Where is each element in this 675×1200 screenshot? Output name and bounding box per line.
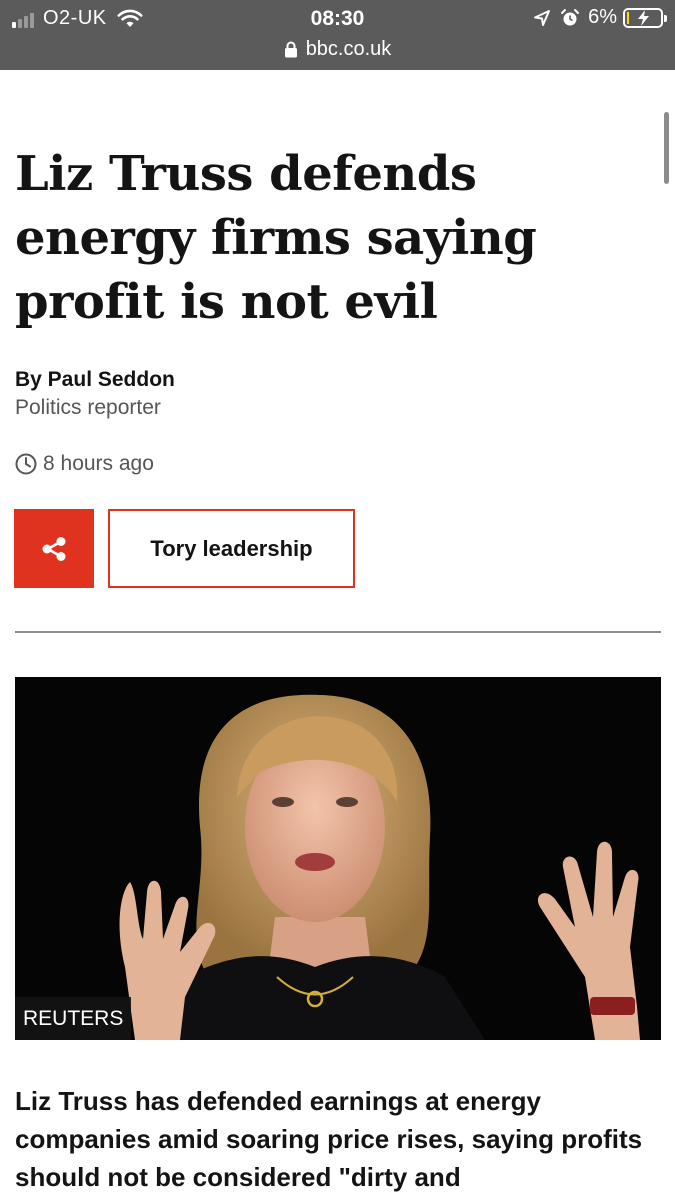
divider	[15, 631, 661, 633]
clock-icon	[15, 453, 37, 475]
battery-icon	[623, 7, 667, 28]
topic-tag-button[interactable]: Tory leadership	[108, 509, 355, 588]
byline: By Paul Seddon Politics reporter	[15, 366, 175, 422]
share-button[interactable]	[14, 509, 94, 588]
timestamp-text: 8 hours ago	[43, 452, 154, 475]
address-bar[interactable]: bbc.co.uk	[0, 36, 675, 62]
image-credit: REUTERS	[15, 997, 132, 1040]
lock-icon	[284, 41, 297, 57]
location-icon	[534, 9, 551, 26]
browser-status-bar: O2-UK 08:30 6% bbc.co.uk	[0, 0, 675, 70]
portrait-illustration	[15, 677, 661, 1040]
url-text: bbc.co.uk	[305, 37, 392, 60]
article-intro: Liz Truss has defended earnings at energ…	[15, 1086, 643, 1192]
charging-bolt-icon	[638, 9, 649, 26]
page-scrollbar[interactable]	[664, 112, 669, 184]
alarm-icon	[561, 8, 580, 25]
article-timestamp: 8 hours ago	[15, 452, 154, 476]
battery-fill	[627, 11, 629, 24]
article-headline: Liz Truss defends energy firms saying pr…	[15, 146, 537, 330]
article-photo[interactable]: REUTERS	[15, 677, 661, 1040]
status-right-group: 6%	[532, 6, 667, 29]
author-role: Politics reporter	[15, 396, 161, 419]
status-row: O2-UK 08:30 6%	[0, 0, 675, 36]
author-name: By Paul Seddon	[15, 368, 175, 391]
battery-percent: 6%	[588, 6, 617, 28]
share-icon	[42, 536, 66, 561]
